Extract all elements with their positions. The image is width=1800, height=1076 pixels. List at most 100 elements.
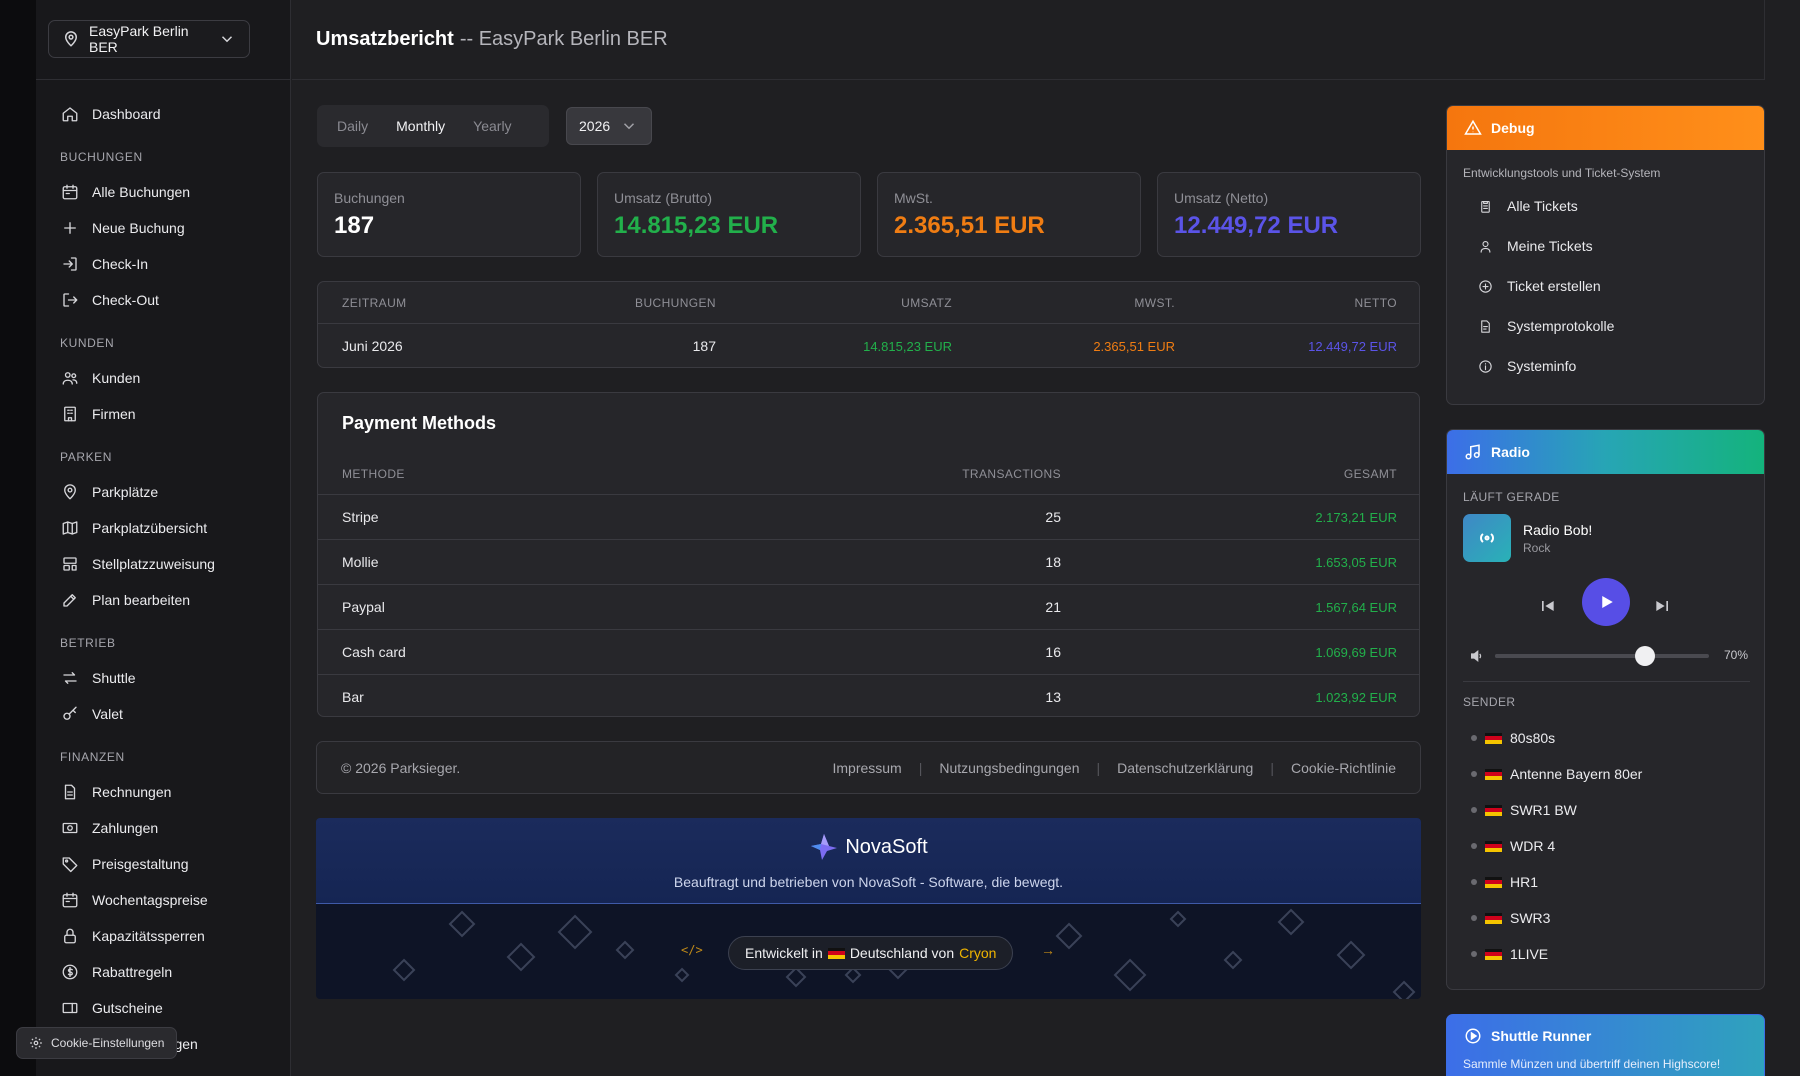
volume-fill: [1495, 654, 1645, 658]
status-dot: [1471, 771, 1477, 777]
sidebar-item-parkplätze[interactable]: Parkplätze: [36, 474, 291, 510]
sidebar-item-parkplatzübersicht[interactable]: Parkplatzübersicht: [36, 510, 291, 546]
cell-period: Juni 2026: [342, 338, 403, 354]
column-header: GESAMT: [1343, 466, 1397, 481]
page-subtitle: -- EasyPark Berlin BER: [459, 28, 668, 50]
sidebar-item-preisgestaltung[interactable]: Preisgestaltung: [36, 846, 291, 882]
footer-link-cookies[interactable]: Cookie-Richtlinie: [1291, 760, 1396, 776]
cell-transactions: 18: [1045, 554, 1061, 570]
sidebar-item-label: Rechnungen: [92, 784, 172, 800]
station-item[interactable]: 80s80s: [1447, 720, 1764, 756]
tab-daily[interactable]: Daily: [323, 110, 382, 142]
germany-flag-icon: [827, 947, 845, 959]
developed-by-badge[interactable]: Entwickelt in Deutschland von Cryon: [728, 936, 1014, 970]
skip-forward-icon: [1656, 601, 1668, 611]
debug-item-meine-tickets[interactable]: Meine Tickets: [1447, 226, 1764, 266]
skip-back-icon: [1542, 601, 1554, 611]
station-item[interactable]: 1LIVE: [1447, 936, 1764, 972]
calendar-icon: [60, 890, 80, 910]
station-name: SWR3: [1510, 910, 1551, 926]
debug-header[interactable]: Debug: [1447, 106, 1764, 150]
sidebar-section-title: PARKEN: [60, 450, 113, 464]
footer-link-terms[interactable]: Nutzungsbedingungen: [939, 760, 1079, 776]
sidebar-item-zahlungen[interactable]: Zahlungen: [36, 810, 291, 846]
table-row: Juni 2026 187 14.815,23 EUR 2.365,51 EUR…: [318, 323, 1419, 367]
station-artwork: [1463, 514, 1511, 562]
divider: |: [1096, 759, 1101, 776]
station-item[interactable]: SWR1 BW: [1447, 792, 1764, 828]
sidebar-item-dashboard[interactable]: Dashboard: [36, 96, 291, 132]
cell-net: 12.449,72 EUR: [1308, 338, 1397, 354]
sidebar-item-firmen[interactable]: Firmen: [36, 396, 291, 432]
sidebar-item-rabattregeln[interactable]: Rabattregeln: [36, 954, 291, 990]
debug-item-ticket-erstellen[interactable]: Ticket erstellen: [1447, 266, 1764, 306]
sidebar-item-label: Shuttle: [92, 670, 136, 686]
code-icon: </>: [681, 943, 703, 957]
column-header: BUCHUNGEN: [635, 295, 716, 310]
debug-item-label: Meine Tickets: [1507, 238, 1593, 254]
sidebar-item-neue-buchung[interactable]: Neue Buchung: [36, 210, 291, 246]
developer-name: Cryon: [959, 945, 997, 961]
next-button[interactable]: [1653, 596, 1673, 616]
check-in-icon: [60, 254, 80, 274]
station-item[interactable]: HR1: [1447, 864, 1764, 900]
sidebar-item-kunden[interactable]: Kunden: [36, 360, 291, 396]
sidebar-item-check-in[interactable]: Check-In: [36, 246, 291, 282]
sidebar-item-label: Preisgestaltung: [92, 856, 189, 872]
footer-link-privacy[interactable]: Datenschutzerklärung: [1117, 760, 1253, 776]
tab-yearly[interactable]: Yearly: [459, 110, 525, 142]
tab-monthly[interactable]: Monthly: [382, 110, 459, 142]
radio-header[interactable]: Radio: [1447, 430, 1764, 474]
footer-link-impressum[interactable]: Impressum: [832, 760, 901, 776]
sidebar-item-gutscheine[interactable]: Gutscheine: [36, 990, 291, 1026]
shuttle-runner-panel[interactable]: Shuttle Runner Sammle Münzen und übertri…: [1446, 1014, 1765, 1076]
sidebar-item-label: Check-In: [92, 256, 149, 272]
sidebar-item-wochentagspreise[interactable]: Wochentagspreise: [36, 882, 291, 918]
year-select[interactable]: 2026: [566, 107, 652, 145]
play-button[interactable]: [1582, 578, 1630, 626]
cell-method: Paypal: [342, 599, 385, 615]
sidebar-item-alle-buchungen[interactable]: Alle Buchungen: [36, 174, 291, 210]
stat-value: 2.365,51 EUR: [894, 212, 1045, 239]
cash-icon: [60, 818, 80, 838]
volume-handle[interactable]: [1634, 646, 1655, 666]
sidebar-item-kapazitätssperren[interactable]: Kapazitätssperren: [36, 918, 291, 954]
cookie-settings-button[interactable]: Cookie-Einstellungen: [16, 1027, 178, 1059]
sidebar-item-label: Alle Buchungen: [92, 184, 191, 200]
table-row: Paypal 21 1.567,64 EUR: [318, 584, 1419, 629]
stat-label: Umsatz (Brutto): [614, 190, 713, 206]
year-value: 2026: [579, 118, 611, 134]
broadcast-icon: [1480, 533, 1494, 543]
sidebar-item-check-out[interactable]: Check-Out: [36, 282, 291, 318]
volume-slider[interactable]: [1495, 646, 1709, 666]
sidebar-item-plan-bearbeiten[interactable]: Plan bearbeiten: [36, 582, 291, 618]
previous-button[interactable]: [1537, 596, 1557, 616]
info-icon: [1475, 356, 1495, 376]
edit-icon: [60, 590, 80, 610]
sidebar-item-stellplatzzuweisung[interactable]: Stellplatzzuweisung: [36, 546, 291, 582]
debug-item-systemprotokolle[interactable]: Systemprotokolle: [1447, 306, 1764, 346]
station-item[interactable]: WDR 4: [1447, 828, 1764, 864]
debug-panel: Debug Entwicklungstools und Ticket-Syste…: [1446, 105, 1765, 405]
station-item[interactable]: SWR3: [1447, 900, 1764, 936]
cell-method: Mollie: [342, 554, 379, 570]
sidebar-item-shuttle[interactable]: Shuttle: [36, 660, 291, 696]
station-item[interactable]: Antenne Bayern 80er: [1447, 756, 1764, 792]
sidebar-section-title: BETRIEB: [60, 636, 116, 650]
assign-icon: [60, 554, 80, 574]
status-dot: [1471, 951, 1477, 957]
dollar-icon: [60, 962, 80, 982]
location-selector[interactable]: EasyPark Berlin BER: [48, 20, 250, 58]
sidebar-item-label: Zahlungen: [92, 820, 159, 836]
station-name: Antenne Bayern 80er: [1510, 766, 1643, 782]
stat-label: Umsatz (Netto): [1174, 190, 1269, 206]
tag-icon: [60, 854, 80, 874]
germany-flag-icon: [1485, 768, 1502, 780]
footer-links: Impressum | Nutzungsbedingungen | Datens…: [832, 760, 1396, 776]
station-list: 80s80s Antenne Bayern 80er SWR1 BW WDR 4 HR1…: [1447, 720, 1764, 972]
debug-item-alle-tickets[interactable]: Alle Tickets: [1447, 186, 1764, 226]
debug-item-systeminfo[interactable]: Systeminfo: [1447, 346, 1764, 386]
sidebar-item-valet[interactable]: Valet: [36, 696, 291, 732]
banner-tagline: Beauftragt und betrieben von NovaSoft - …: [673, 874, 1064, 890]
sidebar-item-rechnungen[interactable]: Rechnungen: [36, 774, 291, 810]
